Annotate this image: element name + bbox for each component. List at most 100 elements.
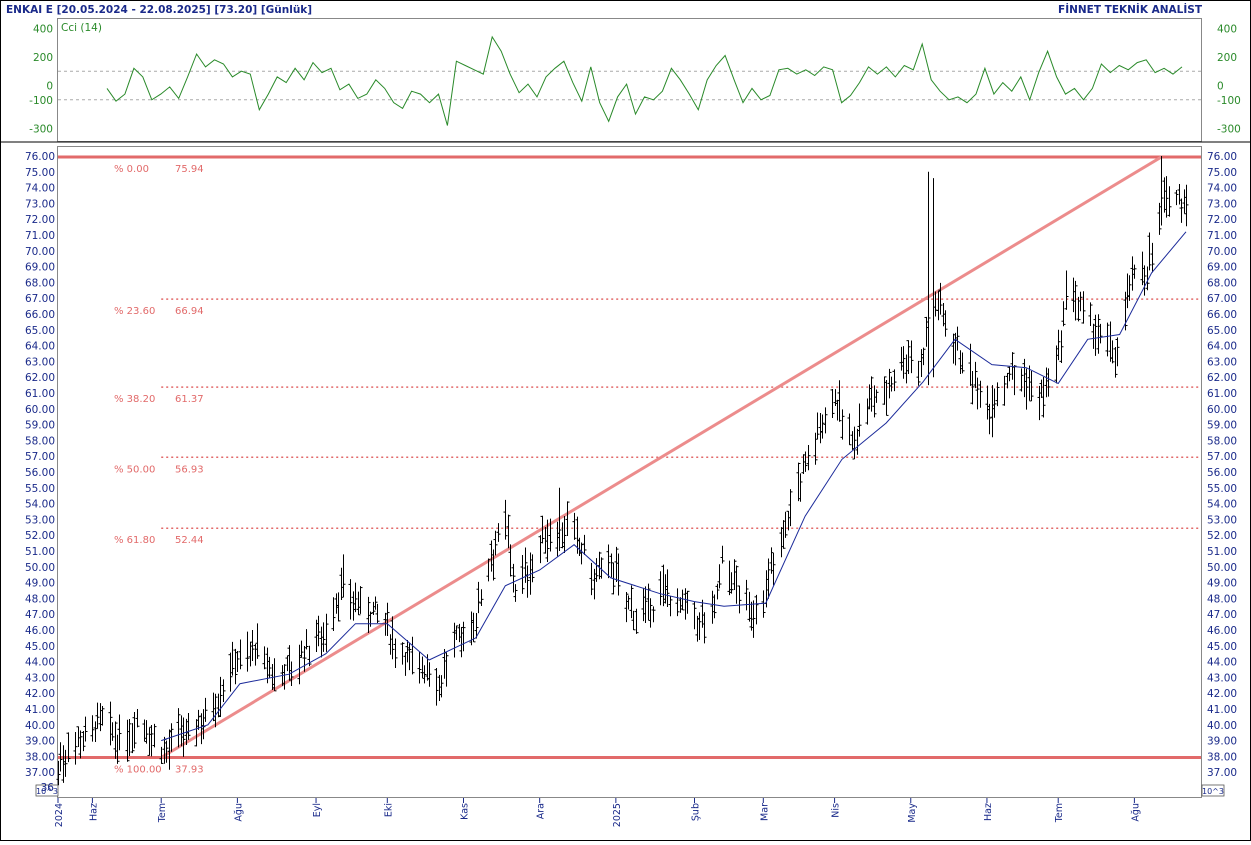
- price-y-tick-right: 73.00: [1207, 198, 1237, 210]
- price-y-tick-right: 47.00: [1207, 609, 1237, 621]
- price-y-tick-right: 58.00: [1207, 435, 1237, 447]
- price-y-tick-right: 75.00: [1207, 167, 1237, 179]
- price-y-tick-right: 67.00: [1207, 293, 1237, 305]
- fib-level-value: 52.44: [175, 535, 204, 546]
- price-y-tick-left: 55.00: [25, 483, 55, 495]
- price-y-tick-left-partial: 36: [41, 782, 55, 794]
- price-y-tick-left: 49.00: [25, 578, 55, 590]
- price-y-tick-left: 76.00: [25, 151, 55, 163]
- price-y-tick-right: 44.00: [1207, 657, 1237, 669]
- x-tick-label: Haz: [983, 803, 994, 821]
- price-y-tick-left: 43.00: [25, 672, 55, 684]
- price-y-tick-left: 60.00: [25, 404, 55, 416]
- price-y-tick-right: 69.00: [1207, 262, 1237, 274]
- x-tick-label: Kas: [459, 803, 470, 820]
- x-tick-label: Mar: [759, 803, 770, 821]
- price-y-tick-right: 43.00: [1207, 672, 1237, 684]
- x-tick-label: Nis: [831, 803, 842, 818]
- price-y-tick-left: 53.00: [25, 514, 55, 526]
- x-tick-label: May: [907, 803, 918, 823]
- fib-level-pct: % 100.00: [114, 765, 162, 776]
- price-y-tick-left: 50.00: [25, 562, 55, 574]
- x-tick-label: Ağu: [1130, 803, 1141, 822]
- price-y-tick-left: 66.00: [25, 309, 55, 321]
- cci-panel-title: Cci (14): [61, 22, 102, 34]
- price-y-tick-right: 50.00: [1207, 562, 1237, 574]
- price-y-tick-left: 58.00: [25, 435, 55, 447]
- x-tick-label: Şub: [690, 803, 701, 821]
- fib-level-value: 56.93: [175, 464, 204, 475]
- x-tick-label: 2024: [54, 803, 65, 827]
- price-y-tick-right: 51.00: [1207, 546, 1237, 558]
- price-y-tick-right: 64.00: [1207, 341, 1237, 353]
- price-y-tick-right: 45.00: [1207, 641, 1237, 653]
- price-y-tick-left: 39.00: [25, 736, 55, 748]
- fib-level-pct: % 23.60: [114, 306, 155, 317]
- fib-level-value: 61.37: [175, 394, 204, 405]
- price-y-tick-right: 46.00: [1207, 625, 1237, 637]
- price-y-tick-left: 52.00: [25, 530, 55, 542]
- price-y-tick-left: 54.00: [25, 499, 55, 511]
- price-y-tick-left: 64.00: [25, 341, 55, 353]
- cci-y-tick-right: 0: [1217, 81, 1224, 93]
- price-y-tick-right: 57.00: [1207, 451, 1237, 463]
- price-y-tick-left: 69.00: [25, 262, 55, 274]
- price-y-tick-right: 48.00: [1207, 593, 1237, 605]
- price-y-tick-right: 53.00: [1207, 514, 1237, 526]
- fib-level-value: 75.94: [175, 164, 204, 175]
- price-y-tick-right: 37.00: [1207, 767, 1237, 779]
- fib-level-value: 66.94: [175, 306, 204, 317]
- price-y-tick-left: 57.00: [25, 451, 55, 463]
- price-y-tick-right: 39.00: [1207, 736, 1237, 748]
- price-y-tick-right: 63.00: [1207, 356, 1237, 368]
- x-tick-label: Eki: [383, 803, 394, 817]
- price-y-tick-left: 56.00: [25, 467, 55, 479]
- price-y-tick-left: 67.00: [25, 293, 55, 305]
- price-y-tick-left: 47.00: [25, 609, 55, 621]
- price-y-tick-left: 59.00: [25, 420, 55, 432]
- price-y-tick-left: 71.00: [25, 230, 55, 242]
- price-y-tick-left: 73.00: [25, 198, 55, 210]
- x-tick-label: Haz: [88, 803, 99, 821]
- cci-y-tick-right: 400: [1217, 23, 1237, 35]
- x-tick-label: Tem: [1054, 803, 1065, 823]
- price-y-tick-right: 76.00: [1207, 151, 1237, 163]
- chart-window: ENKAI E [20.05.2024 - 22.08.2025] [73.20…: [0, 0, 1251, 841]
- price-y-tick-right: 61.00: [1207, 388, 1237, 400]
- price-y-tick-left: 65.00: [25, 325, 55, 337]
- price-y-tick-left: 44.00: [25, 657, 55, 669]
- price-y-tick-right: 55.00: [1207, 483, 1237, 495]
- cci-y-tick-left: 0: [46, 81, 53, 93]
- price-y-tick-left: 40.00: [25, 720, 55, 732]
- x-tick-label: 2025: [612, 803, 623, 827]
- price-y-tick-right: 70.00: [1207, 246, 1237, 258]
- cci-y-tick-right: -100: [1217, 95, 1241, 107]
- price-y-tick-left: 37.00: [25, 767, 55, 779]
- chart-header-title: ENKAI E [20.05.2024 - 22.08.2025] [73.20…: [6, 4, 312, 16]
- price-y-tick-right: 71.00: [1207, 230, 1237, 242]
- price-y-tick-right: 66.00: [1207, 309, 1237, 321]
- price-y-tick-left: 38.00: [25, 751, 55, 763]
- price-y-tick-left: 51.00: [25, 546, 55, 558]
- price-y-tick-left: 61.00: [25, 388, 55, 400]
- fib-level-pct: % 50.00: [114, 464, 155, 475]
- price-y-tick-left: 41.00: [25, 704, 55, 716]
- price-y-tick-right: 52.00: [1207, 530, 1237, 542]
- x-tick-label: Eyl: [312, 803, 323, 817]
- cci-y-tick-left: -100: [29, 95, 53, 107]
- price-y-tick-left: 48.00: [25, 593, 55, 605]
- price-y-tick-right: 62.00: [1207, 372, 1237, 384]
- price-y-tick-left: 46.00: [25, 625, 55, 637]
- fib-level-pct: % 61.80: [114, 535, 155, 546]
- scale-badge-right-label: 10^3: [1202, 787, 1224, 796]
- price-y-tick-right: 42.00: [1207, 688, 1237, 700]
- price-y-tick-right: 54.00: [1207, 499, 1237, 511]
- x-tick-label: Ara: [536, 803, 547, 819]
- fib-level-value: 37.93: [175, 765, 204, 776]
- x-tick-label: Ağu: [233, 803, 244, 822]
- price-y-tick-right: 65.00: [1207, 325, 1237, 337]
- price-y-tick-left: 45.00: [25, 641, 55, 653]
- price-y-tick-left: 75.00: [25, 167, 55, 179]
- cci-y-tick-right: -300: [1217, 123, 1241, 135]
- fib-level-pct: % 38.20: [114, 394, 155, 405]
